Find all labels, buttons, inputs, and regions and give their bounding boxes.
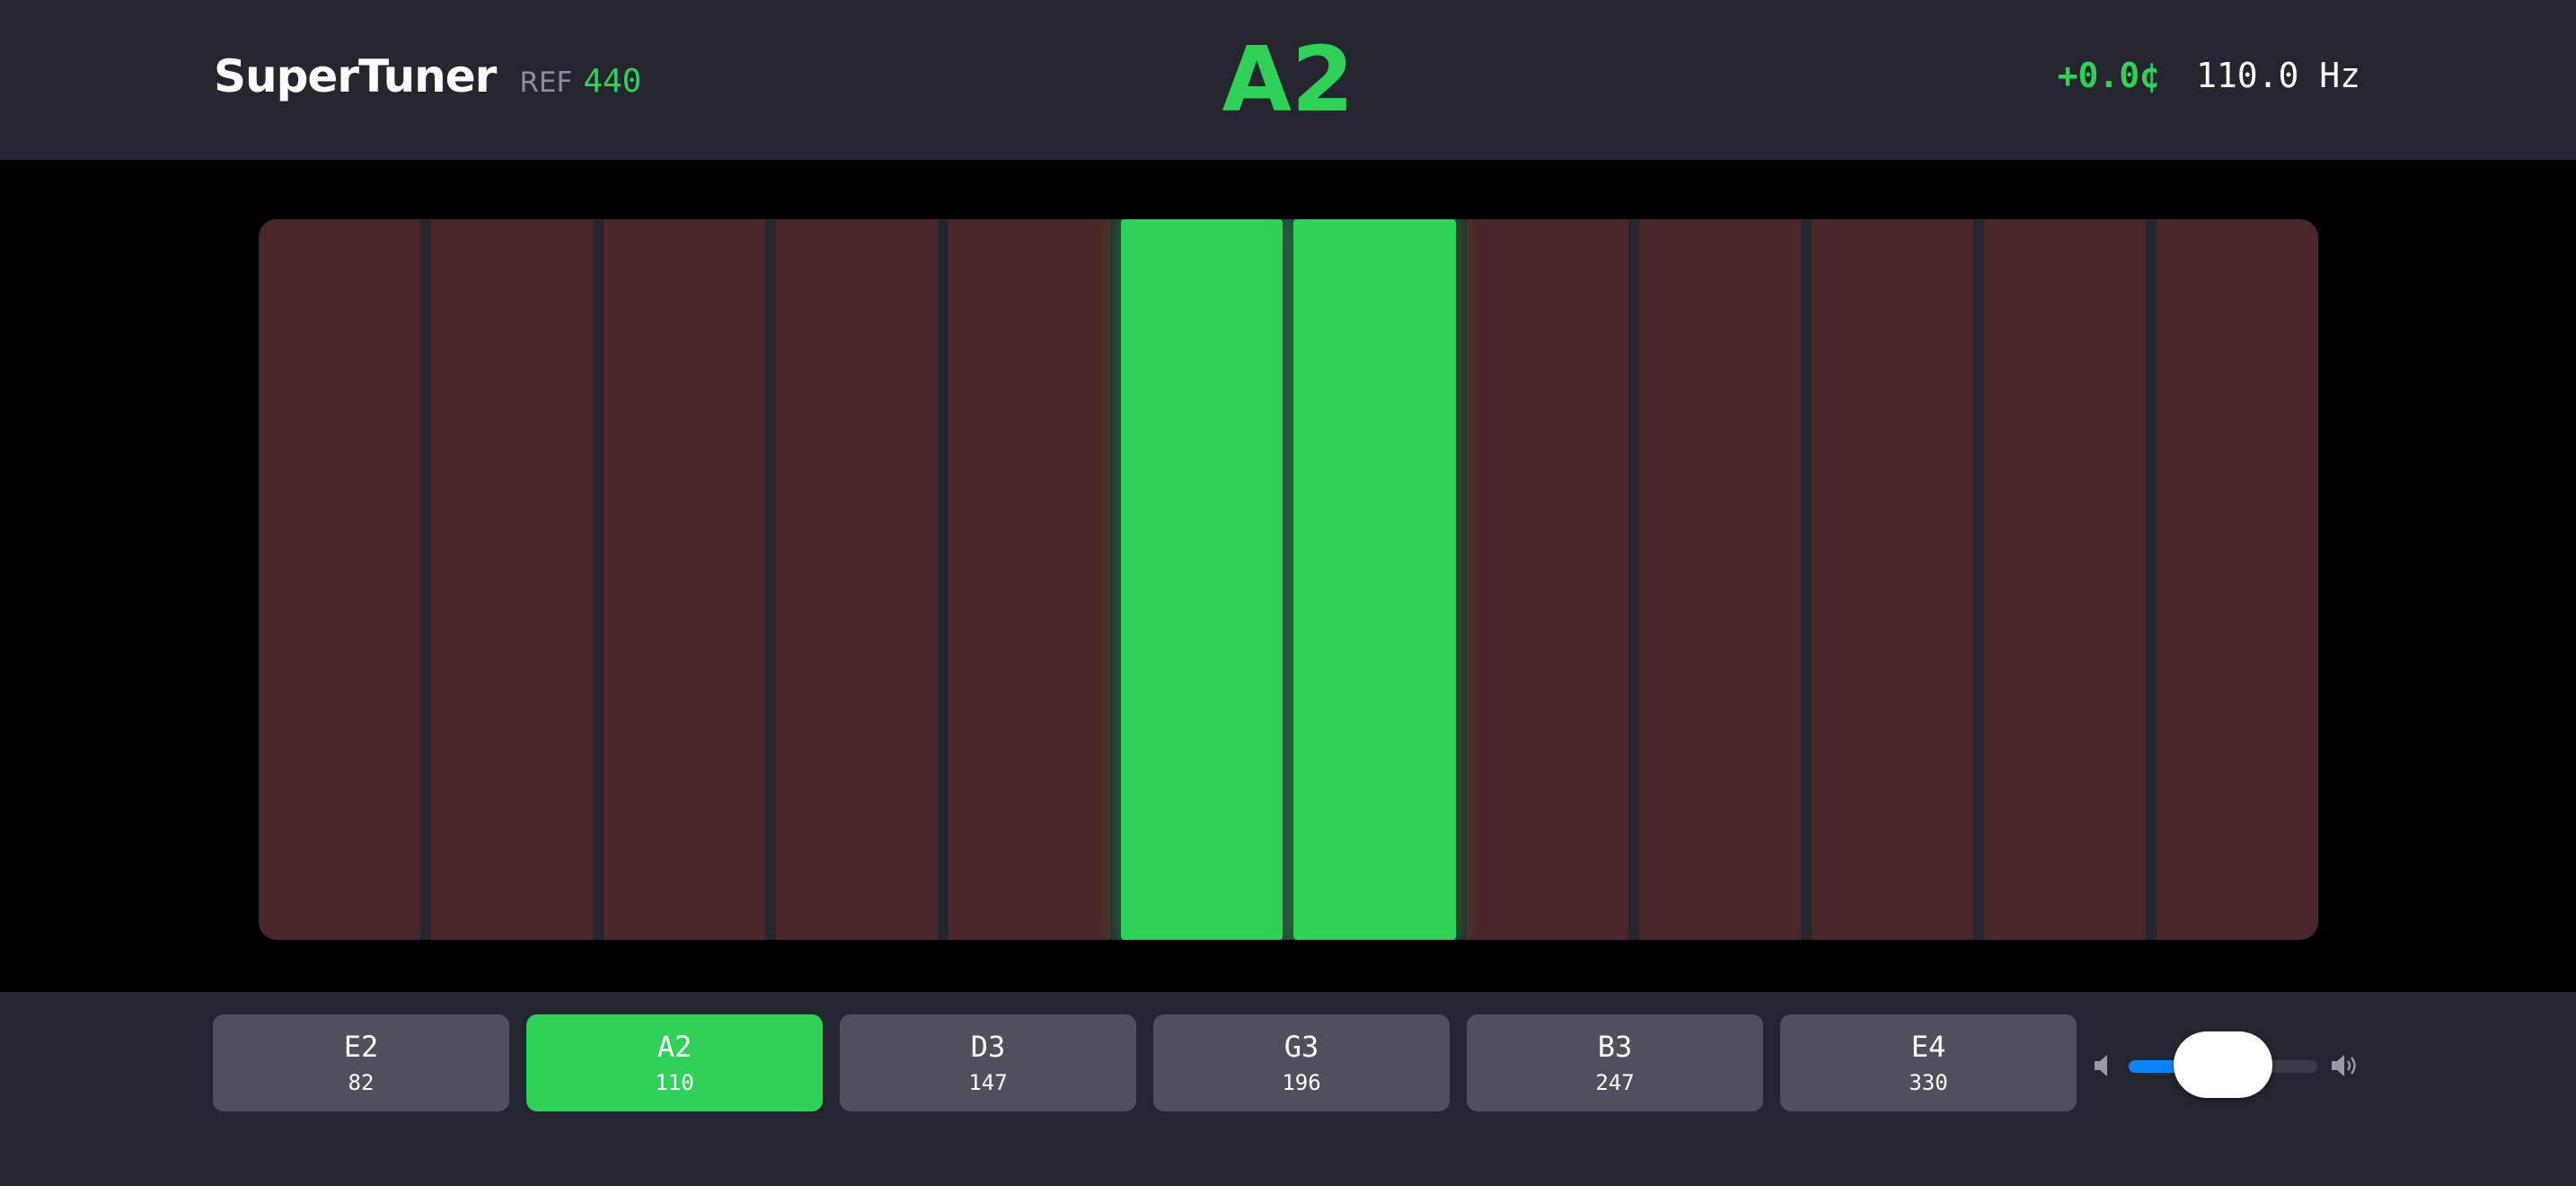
meter-bar xyxy=(776,219,939,940)
meter-bar xyxy=(431,219,594,940)
meter-bar xyxy=(604,219,766,940)
string-button-b3[interactable]: B3 247 xyxy=(1467,1014,1763,1111)
string-button-d3[interactable]: D3 147 xyxy=(840,1014,1136,1111)
footer: E2 82 A2 110 D3 147 G3 196 B3 247 E4 330 xyxy=(0,992,2576,1186)
string-note-label: E2 xyxy=(343,1030,379,1064)
cents-offset: +0.0¢ xyxy=(2057,56,2160,95)
brand: SuperTuner REF 440 xyxy=(214,50,641,102)
string-note-label: B3 xyxy=(1597,1030,1633,1064)
string-note-label: G3 xyxy=(1284,1030,1319,1064)
volume-slider-thumb[interactable] xyxy=(2174,1031,2272,1098)
meter-bar xyxy=(1121,219,1284,940)
meter-bar xyxy=(1638,219,1801,940)
string-button-e4[interactable]: E4 330 xyxy=(1780,1014,2077,1111)
string-selector: E2 82 A2 110 D3 147 G3 196 B3 247 E4 330 xyxy=(213,1014,2077,1111)
tuning-meter xyxy=(259,219,2318,940)
string-note-label: A2 xyxy=(657,1030,693,1064)
string-note-label: E4 xyxy=(1910,1030,1946,1064)
meter-bar xyxy=(1983,219,2146,940)
string-note-label: D3 xyxy=(970,1030,1006,1064)
string-frequency-label: 110 xyxy=(655,1070,694,1095)
speaker-low-icon[interactable] xyxy=(2093,1053,2114,1078)
meter-bar xyxy=(1811,219,1973,940)
string-frequency-label: 82 xyxy=(348,1070,375,1095)
frequency-value: 110.0 Hz xyxy=(2195,56,2360,95)
volume-control xyxy=(2093,1031,2362,1100)
detected-note: A2 xyxy=(1222,27,1354,132)
string-frequency-label: 147 xyxy=(968,1070,1008,1095)
meter-bar xyxy=(1466,219,1628,940)
string-button-g3[interactable]: G3 196 xyxy=(1153,1014,1450,1111)
string-frequency-label: 196 xyxy=(1282,1070,1321,1095)
reference-pitch-value[interactable]: 440 xyxy=(583,63,641,100)
app-title: SuperTuner xyxy=(214,50,497,102)
tuner-app: SuperTuner REF 440 A2 +0.0¢ 110.0 Hz E2 … xyxy=(0,0,2576,1186)
string-frequency-label: 247 xyxy=(1595,1070,1635,1095)
meter-bar xyxy=(948,219,1111,940)
volume-slider[interactable] xyxy=(2129,1031,2317,1098)
pitch-readout: +0.0¢ 110.0 Hz xyxy=(2058,56,2360,95)
speaker-high-icon[interactable] xyxy=(2330,1053,2360,1078)
header: SuperTuner REF 440 A2 +0.0¢ 110.0 Hz xyxy=(0,0,2576,160)
meter-bar xyxy=(2156,219,2318,940)
string-button-a2[interactable]: A2 110 xyxy=(526,1014,823,1111)
string-button-e2[interactable]: E2 82 xyxy=(213,1014,509,1111)
meter-bar xyxy=(1293,219,1456,940)
reference-label: REF xyxy=(519,66,573,99)
meter-bar xyxy=(259,219,421,940)
meter-area xyxy=(0,160,2576,992)
string-frequency-label: 330 xyxy=(1909,1070,1948,1095)
